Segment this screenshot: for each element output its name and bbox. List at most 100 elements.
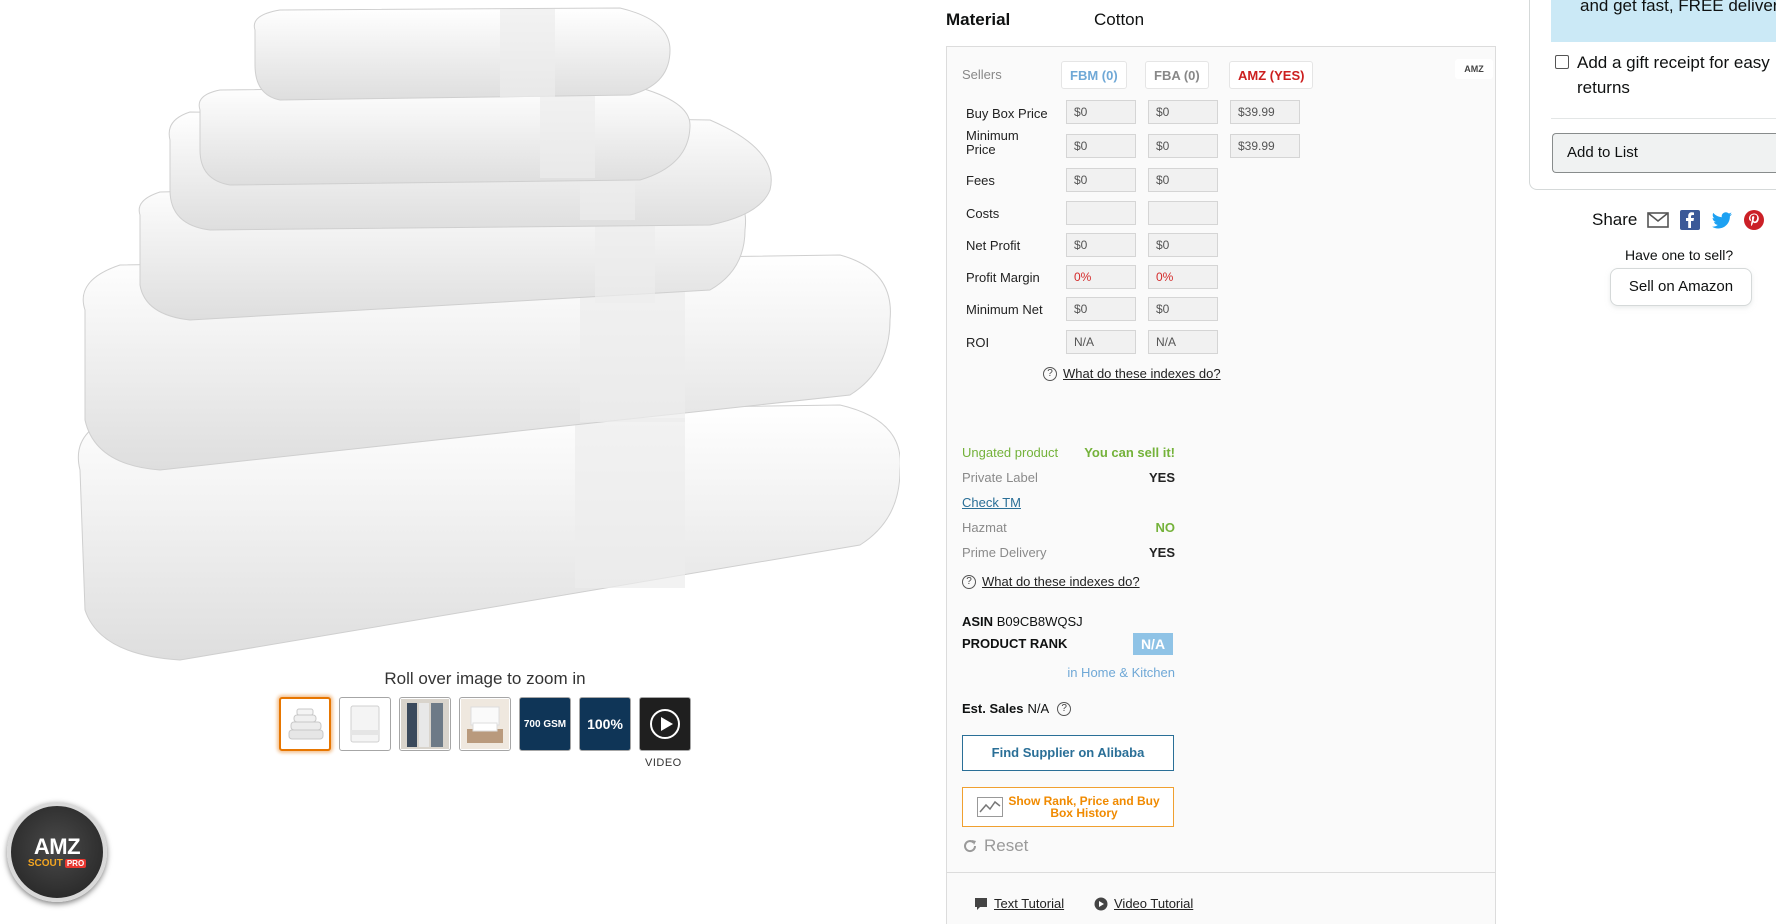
cell-fbm-costs[interactable] [1066, 201, 1136, 225]
share-row: Share [1592, 209, 1765, 231]
product-rank-label: PRODUCT RANK [962, 636, 1068, 651]
cell-fbm-buy-box-price[interactable]: $0 [1066, 100, 1136, 124]
product-rank-value: N/A [1133, 633, 1173, 655]
question-icon[interactable]: ? [1057, 701, 1072, 716]
thumbnail-video[interactable] [639, 697, 691, 751]
amzscout-panel: AMZ Sellers FBM (0) FBA (0) AMZ (YES) Bu… [946, 46, 1496, 924]
indexes-help-link[interactable]: ? What do these indexes do? [1043, 366, 1221, 381]
delivery-text: and get fast, FREE delivery [1580, 0, 1776, 15]
cell-fba-fees[interactable]: $0 [1148, 168, 1218, 192]
show-history-button[interactable]: Show Rank, Price and Buy Box History [962, 787, 1174, 827]
reset-icon [964, 840, 977, 853]
cell-fbm-profit-margin[interactable]: 0% [1066, 265, 1136, 289]
row-label-minimum-net: Minimum Net [966, 302, 1043, 317]
thumbnail-bathroom-towels[interactable] [459, 697, 511, 751]
cell-fbm-minimum-net[interactable]: $0 [1066, 297, 1136, 321]
cell-amz-minimum-price[interactable]: $39.99 [1230, 134, 1300, 158]
cell-fbm-roi[interactable]: N/A [1066, 330, 1136, 354]
show-history-text: Show Rank, Price and Buy Box History [1008, 794, 1160, 820]
product-main-image[interactable] [60, 0, 901, 670]
indexes-help-link-2[interactable]: ? What do these indexes do? [962, 574, 1140, 589]
pinterest-icon[interactable] [1743, 209, 1765, 231]
check-tm-link[interactable]: Check TM [962, 495, 1021, 510]
row-label-net-profit: Net Profit [966, 238, 1021, 253]
ungated-value: You can sell it! [1084, 445, 1175, 460]
reset-button[interactable]: Reset [962, 836, 1028, 856]
material-label: Material [946, 10, 1011, 29]
text-tutorial-label: Text Tutorial [994, 896, 1065, 911]
private-label-value: YES [1148, 470, 1175, 485]
video-tutorial-label: Video Tutorial [1114, 896, 1194, 911]
est-sales: Est. Sales N/A ? [962, 701, 1072, 716]
cell-fbm-minimum-price[interactable]: $0 [1066, 134, 1136, 158]
question-icon: ? [962, 574, 976, 589]
gift-receipt-checkbox[interactable] [1555, 55, 1569, 69]
row-label-roi: ROI [966, 335, 990, 350]
question-icon: ? [1043, 366, 1057, 381]
est-sales-value: N/A [1027, 701, 1050, 716]
tab-fbm[interactable]: FBM (0) [1061, 61, 1127, 89]
material-value: Cotton [1094, 10, 1145, 29]
twitter-icon[interactable] [1711, 209, 1733, 231]
have-one-to-sell: Have one to sell? [1625, 247, 1734, 263]
share-label: Share [1592, 210, 1638, 229]
gift-receipt-option[interactable]: Add a gift receipt for easy returns [1555, 50, 1776, 100]
cell-fba-net-profit[interactable]: $0 [1148, 233, 1218, 257]
row-label-profit-margin: Profit Margin [966, 270, 1040, 285]
cell-fba-minimum-net[interactable]: $0 [1148, 297, 1218, 321]
video-tutorial-link[interactable]: Video Tutorial [1094, 896, 1193, 911]
indexes-help-text: What do these indexes do? [1063, 366, 1221, 381]
cell-amz-buy-box-price[interactable]: $39.99 [1230, 100, 1300, 124]
find-supplier-alibaba-button[interactable]: Find Supplier on Alibaba [962, 735, 1174, 771]
indexes-help-text-2: What do these indexes do? [982, 574, 1140, 589]
chat-icon [975, 897, 987, 910]
sellers-label: Sellers [962, 67, 1002, 82]
rank-category: in Home & Kitchen [1067, 665, 1175, 680]
row-label-minimum-price: Minimum Price [966, 128, 1019, 157]
thumbnail-700-gsm[interactable]: 700 GSM [519, 697, 571, 751]
line-chart-icon [977, 797, 1003, 817]
cell-fba-minimum-price[interactable]: $0 [1148, 134, 1218, 158]
add-to-list-button[interactable]: Add to List [1552, 133, 1776, 173]
prime-delivery-label: Prime Delivery [962, 545, 1047, 560]
private-label-label: Private Label [962, 470, 1038, 485]
row-label-buy-box-price: Buy Box Price [966, 106, 1048, 121]
cell-fbm-fees[interactable]: $0 [1066, 168, 1136, 192]
facebook-icon[interactable] [1679, 209, 1701, 231]
email-icon[interactable] [1647, 209, 1670, 231]
thumbnail-hanging-towels[interactable] [399, 697, 451, 751]
panel-divider [947, 872, 1495, 873]
thumbnail-700-gsm-text: 700 GSM [523, 718, 567, 730]
sell-on-amazon-button[interactable]: Sell on Amazon [1610, 268, 1752, 306]
tab-amz[interactable]: AMZ (YES) [1229, 61, 1314, 89]
hazmat-value: NO [1155, 520, 1176, 535]
cell-fba-buy-box-price[interactable]: $0 [1148, 100, 1218, 124]
thumbnail-towel-stack[interactable] [279, 697, 331, 751]
row-label-fees: Fees [966, 173, 995, 188]
cell-fbm-net-profit[interactable]: $0 [1066, 233, 1136, 257]
amzscout-badge-logo: AMZ [33, 833, 81, 859]
text-tutorial-link[interactable]: Text Tutorial [974, 896, 1064, 911]
video-label: VIDEO [645, 757, 682, 769]
thumbnail-100-percent[interactable]: 100% [579, 697, 631, 751]
asin-line: ASIN B09CB8WQSJ [962, 614, 1083, 629]
buybox-divider [1551, 118, 1776, 119]
cell-fba-costs[interactable] [1148, 201, 1218, 225]
asin-label: ASIN [962, 614, 994, 629]
ungated-label: Ungated product [962, 445, 1059, 460]
cell-fba-profit-margin[interactable]: 0% [1148, 265, 1218, 289]
play-circle-icon [1094, 897, 1108, 910]
cell-fba-roi[interactable]: N/A [1148, 330, 1218, 354]
gift-receipt-label: Add a gift receipt for easy returns [1577, 53, 1770, 97]
amzscout-badge-pro: PRO [64, 858, 87, 868]
zoom-hint: Roll over image to zoom in [384, 669, 586, 688]
asin-value: B09CB8WQSJ [996, 614, 1083, 629]
reset-label: Reset [984, 836, 1029, 855]
thumbnail-100-percent-text: 100% [587, 715, 623, 732]
thumbnail-single-towel[interactable] [339, 697, 391, 751]
tab-fba[interactable]: FBA (0) [1145, 61, 1209, 89]
amzscout-pro-badge[interactable]: AMZ SCOUT PRO [7, 802, 107, 902]
delivery-banner: and get fast, FREE delivery [1551, 0, 1776, 42]
row-label-costs: Costs [966, 206, 1000, 221]
hazmat-label: Hazmat [962, 520, 1007, 535]
